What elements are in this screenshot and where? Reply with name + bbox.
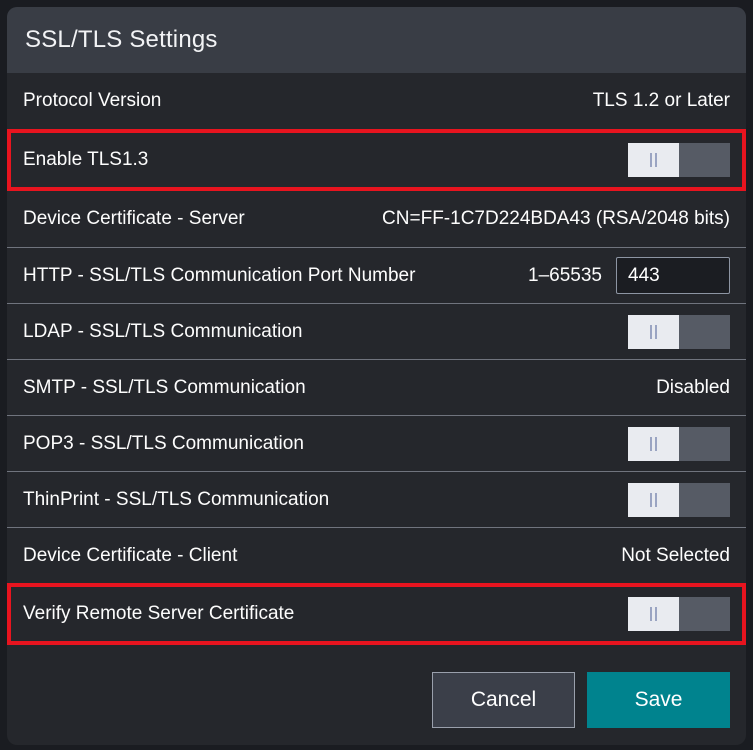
toggle-knob	[628, 315, 679, 349]
settings-rows: Protocol Version TLS 1.2 or Later Enable…	[7, 73, 746, 645]
http-port-label: HTTP - SSL/TLS Communication Port Number	[23, 265, 415, 287]
ssl-tls-settings-dialog: SSL/TLS Settings Protocol Version TLS 1.…	[7, 7, 746, 745]
device-certificate-server-value: CN=FF-1C7D224BDA43 (RSA/2048 bits)	[382, 208, 730, 230]
device-certificate-server-label: Device Certificate - Server	[23, 208, 245, 230]
dialog-header: SSL/TLS Settings	[7, 7, 746, 73]
protocol-version-label: Protocol Version	[23, 90, 161, 112]
verify-remote-server-certificate-toggle[interactable]	[628, 597, 730, 631]
save-button[interactable]: Save	[587, 672, 730, 728]
pop3-ssl-tls-label: POP3 - SSL/TLS Communication	[23, 433, 304, 455]
enable-tls13-toggle[interactable]	[628, 143, 730, 177]
smtp-ssl-tls-value: Disabled	[656, 377, 730, 399]
verify-remote-server-certificate-label: Verify Remote Server Certificate	[23, 603, 294, 625]
toggle-knob	[628, 427, 679, 461]
row-http-port: HTTP - SSL/TLS Communication Port Number…	[7, 247, 746, 303]
toggle-track	[679, 597, 730, 631]
toggle-track	[679, 315, 730, 349]
row-enable-tls13: Enable TLS1.3	[7, 129, 746, 191]
row-pop3-ssl-tls: POP3 - SSL/TLS Communication	[7, 415, 746, 471]
toggle-grip-icon	[650, 153, 657, 167]
thinprint-ssl-tls-toggle[interactable]	[628, 483, 730, 517]
dialog-footer: Cancel Save	[7, 672, 746, 745]
row-protocol-version: Protocol Version TLS 1.2 or Later	[7, 73, 746, 129]
device-certificate-client-value: Not Selected	[621, 545, 730, 567]
page-background: SSL/TLS Settings Protocol Version TLS 1.…	[0, 0, 753, 750]
device-certificate-client-label: Device Certificate - Client	[23, 545, 237, 567]
http-port-input[interactable]	[616, 257, 730, 294]
dialog-title: SSL/TLS Settings	[25, 26, 218, 54]
row-thinprint-ssl-tls: ThinPrint - SSL/TLS Communication	[7, 471, 746, 527]
toggle-knob	[628, 597, 679, 631]
thinprint-ssl-tls-label: ThinPrint - SSL/TLS Communication	[23, 489, 329, 511]
smtp-ssl-tls-label: SMTP - SSL/TLS Communication	[23, 377, 306, 399]
enable-tls13-label: Enable TLS1.3	[23, 149, 148, 171]
protocol-version-value: TLS 1.2 or Later	[593, 90, 730, 112]
cancel-button[interactable]: Cancel	[432, 672, 575, 728]
row-smtp-ssl-tls: SMTP - SSL/TLS Communication Disabled	[7, 359, 746, 415]
toggle-grip-icon	[650, 437, 657, 451]
ldap-ssl-tls-toggle[interactable]	[628, 315, 730, 349]
toggle-knob	[628, 143, 679, 177]
toggle-knob	[628, 483, 679, 517]
toggle-grip-icon	[650, 325, 657, 339]
row-verify-remote-server-certificate: Verify Remote Server Certificate	[7, 583, 746, 645]
ldap-ssl-tls-label: LDAP - SSL/TLS Communication	[23, 321, 303, 343]
toggle-grip-icon	[650, 607, 657, 621]
toggle-track	[679, 483, 730, 517]
toggle-grip-icon	[650, 493, 657, 507]
toggle-track	[679, 143, 730, 177]
row-ldap-ssl-tls: LDAP - SSL/TLS Communication	[7, 303, 746, 359]
http-port-range-hint: 1–65535	[528, 265, 602, 287]
row-device-certificate-server: Device Certificate - Server CN=FF-1C7D22…	[7, 191, 746, 247]
toggle-track	[679, 427, 730, 461]
row-device-certificate-client: Device Certificate - Client Not Selected	[7, 527, 746, 583]
pop3-ssl-tls-toggle[interactable]	[628, 427, 730, 461]
